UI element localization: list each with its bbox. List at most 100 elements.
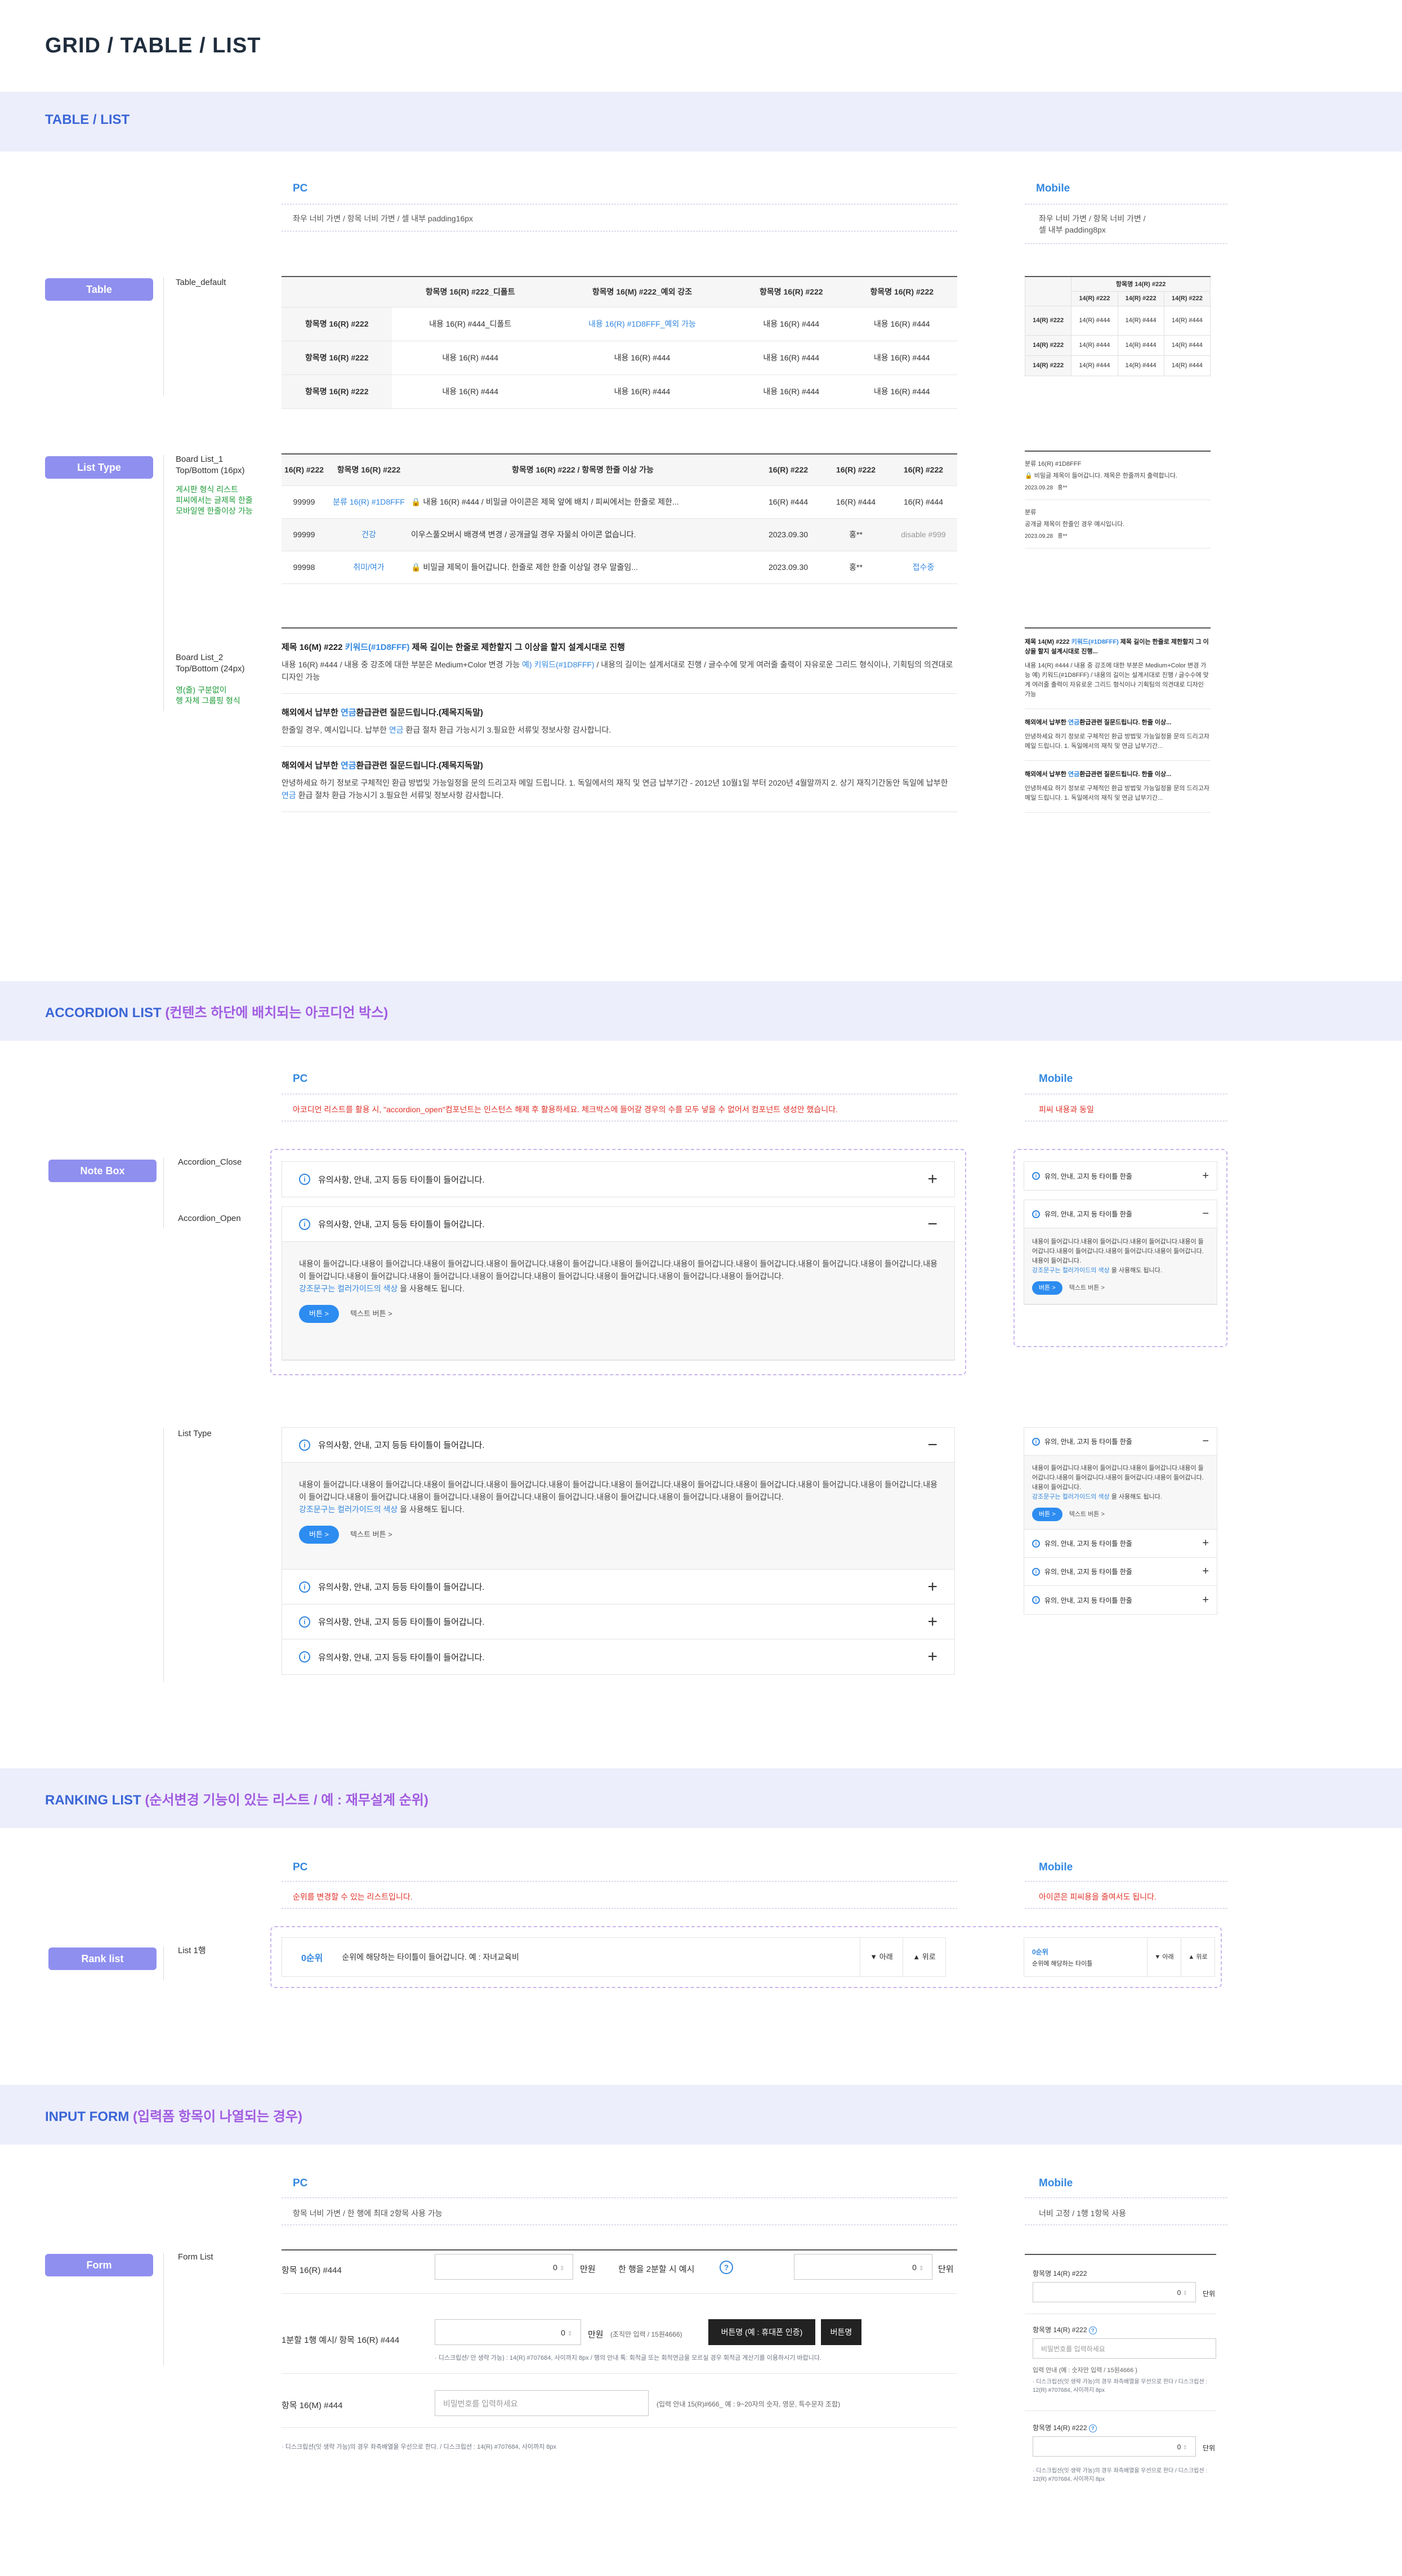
accordion-header[interactable]: i 유의사항, 안내, 고지 등등 타이틀이 들어갑니다. − [282, 1207, 954, 1242]
row-category: 분류 16(R) #1D8FFF [327, 485, 411, 519]
m-accordion-open[interactable]: i 유의, 안내, 고지 등 타이틀 한줄 − 내용이 들어갑니다.내용이 들어갑니… [1024, 1200, 1217, 1305]
help-icon[interactable]: ? [1088, 2425, 1097, 2432]
table-cell: 내용 16(R) #444 [548, 375, 736, 409]
table-header: 14(R) #222 [1117, 291, 1164, 306]
amount-input[interactable]: 0 ⇕ [1033, 2436, 1196, 2457]
text-button[interactable]: 텍스트 버튼 > [1069, 1285, 1105, 1291]
primary-button[interactable]: 버튼 > [299, 1526, 340, 1544]
primary-button[interactable]: 버튼 > [1032, 1281, 1062, 1295]
m-rank-row[interactable]: 0순위 순위에 해당하는 타이틀 ▼ 아래 ▲ 위로 [1024, 1937, 1215, 1977]
amount-input[interactable]: 0 ⇕ [435, 2254, 573, 2280]
list-item[interactable]: 해외에서 납부한 연금환급관련 질문드립니다. 한줄 이상... 안녕하세요 하… [1025, 761, 1211, 813]
plus-icon[interactable]: + [927, 1647, 937, 1666]
list-item[interactable]: 분류 공개글 제목이 한줄인 경우 예시입니다. 2023.09.28 홍** [1025, 500, 1211, 549]
accordion-header[interactable]: i 유의사항, 안내, 고지 등등 타이틀이 들어갑니다. + [282, 1162, 954, 1197]
stepper-icon[interactable]: ⇕ [568, 2330, 573, 2337]
accordion-text: 내용이 들어갑니다.내용이 들어갑니다.내용이 들어갑니다.내용이 들어갑니다.… [299, 1480, 937, 1501]
primary-button[interactable]: 버튼 > [1032, 1508, 1062, 1521]
verify-button[interactable]: 버튼명 (예 : 휴대폰 인증) [708, 2319, 815, 2345]
rank-number: 0순위 [301, 1954, 323, 1963]
section-band-table: TABLE / LIST [0, 92, 1402, 151]
pc-column-label: PC [293, 182, 308, 194]
unit-label: 단위 [938, 2265, 954, 2274]
list-row-hover[interactable]: 99999 건강 이우스풀오버시 배경색 변경 / 공개글일 경우 자물쇠 아이콘 … [282, 518, 957, 551]
move-up-button[interactable]: ▲ 위로 [903, 1937, 945, 1977]
plus-icon[interactable]: + [1202, 1565, 1209, 1578]
list-item[interactable]: 제목 14(M) #222 키워드(#1D8FFF) 제목 길이는 한줄로 제한… [1025, 629, 1211, 709]
unit-label: 단위 [1203, 2290, 1216, 2298]
list-item[interactable]: 해외에서 납부한 연금환급관련 질문드립니다. 한줄 이상... 안녕하세요 하… [1025, 709, 1211, 761]
accordion-header[interactable]: i 유의, 안내, 고지 등 타이틀 한줄 − [1024, 1428, 1217, 1456]
move-up-button[interactable]: ▲ 위로 [1181, 1937, 1215, 1977]
amount-input[interactable]: 0 ⇕ [1033, 2282, 1196, 2302]
minus-icon[interactable]: − [927, 1436, 937, 1455]
accordion-closed[interactable]: i 유의사항, 안내, 고지 등등 타이틀이 들어갑니다. + [282, 1161, 955, 1197]
lock-icon: 🔒 [411, 497, 423, 506]
text-button[interactable]: 텍스트 버튼 > [1069, 1511, 1105, 1518]
list-item[interactable]: 해외에서 납부한 연금환급관련 질문드립니다.(제목지독말) 한줄일 경우, 예… [282, 694, 957, 747]
stepper-icon[interactable]: ⇕ [1183, 2290, 1187, 2297]
amount-input[interactable]: 0 ⇕ [794, 2254, 932, 2280]
accordion-emphasis: 강조문구는 컬러가이드의 색상 [1032, 1267, 1110, 1274]
row-title[interactable]: 🔒 비밀글 제목이 들어갑니다. 한줄로 제한 한줄 이상일 경우 말줄임... [411, 551, 754, 584]
list-row[interactable]: 99998 취미/여가 🔒 비밀글 제목이 들어갑니다. 한줄로 제한 한줄 이상일… [282, 551, 957, 584]
stepper-icon[interactable]: ⇕ [560, 2265, 565, 2272]
item-body: 안녕하세요 하기 정보로 구체적인 환급 방법및 가능일정을 문의 드리고자 메… [1025, 785, 1210, 801]
rank-list-pill: Rank list [48, 1947, 157, 1970]
m-accordion-closed[interactable]: i 유의, 안내, 고지 등 타이틀 한줄 + [1024, 1161, 1217, 1191]
minus-icon[interactable]: − [927, 1215, 937, 1234]
list-row[interactable]: 99999 분류 16(R) #1D8FFF 🔒 내용 16(R) #444 / 비… [282, 485, 957, 519]
plus-icon[interactable]: + [1202, 1170, 1209, 1183]
rank-list-label: List 1행 [178, 1946, 206, 1955]
list-item[interactable]: 해외에서 납부한 연금환급관련 질문드립니다.(제목지독말) 안녕하세요 하기 … [282, 747, 957, 812]
stepper-icon[interactable]: ⇕ [919, 2265, 924, 2272]
plus-icon[interactable]: + [1202, 1594, 1209, 1607]
accordion-list: i 유의사항, 안내, 고지 등등 타이틀이 들어갑니다. − 내용이 들어갑니다.… [282, 1427, 955, 1675]
footnote: · 디스크립션(잇 생략 가능)의 경우 좌측배열을 우선으로 한다. / 디스… [282, 2444, 557, 2450]
plus-icon[interactable]: + [927, 1612, 937, 1632]
accordion-header[interactable]: i 유의, 안내, 고지 등 타이틀 한줄 + [1024, 1586, 1217, 1614]
amount-input[interactable]: 0 ⇕ [435, 2319, 581, 2345]
text-button[interactable]: 텍스트 버튼 > [350, 1309, 392, 1318]
accordion-header[interactable]: i 유의사항, 안내, 고지 등등 타이틀이 들어갑니다. + [282, 1570, 954, 1605]
rank-row[interactable]: 0순위 순위에 해당하는 타이틀이 들어갑니다. 예 : 자녀교육비 ▼ 아래 … [282, 1937, 946, 1977]
accordion-header[interactable]: i 유의, 안내, 고지 등 타이틀 한줄 + [1024, 1162, 1217, 1190]
text-button[interactable]: 텍스트 버튼 > [350, 1530, 392, 1539]
action-button[interactable]: 버튼명 [821, 2319, 861, 2345]
accordion-header[interactable]: i 유의사항, 안내, 고지 등등 타이틀이 들어갑니다. + [282, 1605, 954, 1639]
accordion-header[interactable]: i 유의, 안내, 고지 등 타이틀 한줄 + [1024, 1558, 1217, 1586]
item-body: 안녕하세요 하기 정보로 구체적인 환급 방법및 가능일정을 문의 드리고자 메… [1025, 733, 1210, 750]
table-row: 14(R) #222 14(R) #444 14(R) #444 14(R) #444 [1024, 335, 1211, 356]
accordion-header[interactable]: i 유의사항, 안내, 고지 등등 타이틀이 들어갑니다. + [282, 1639, 954, 1674]
minus-icon[interactable]: − [1202, 1435, 1209, 1448]
list-item[interactable]: 제목 16(M) #222 키워드(#1D8FFF) 제목 길이는 한줄로 제한… [282, 629, 957, 694]
password-input[interactable]: 비밀번호를 입력하세요 [1033, 2338, 1216, 2359]
accordion-header[interactable]: i 유의사항, 안내, 고지 등등 타이틀이 들어갑니다. − [282, 1428, 954, 1463]
item-title: 환급관련 질문드립니다. 한줄 이상... [1079, 719, 1172, 726]
minus-icon[interactable]: − [1202, 1207, 1209, 1220]
primary-button[interactable]: 버튼 > [299, 1305, 340, 1323]
move-down-button[interactable]: ▼ 아래 [1147, 1937, 1181, 1977]
item-date: 2023.09.28 [1025, 533, 1053, 540]
accordion-text: 을 사용해도 됩니다. [1109, 1494, 1162, 1500]
accordion-header[interactable]: i 유의, 안내, 고지 등 타이틀 한줄 − [1024, 1200, 1217, 1228]
accordion-open[interactable]: i 유의사항, 안내, 고지 등등 타이틀이 들어갑니다. − 내용이 들어갑니다.… [282, 1206, 955, 1361]
vertical-guide [163, 1946, 164, 1980]
table-cell: 내용 16(R) #444 [548, 341, 736, 375]
accordion-header[interactable]: i 유의, 안내, 고지 등 타이틀 한줄 + [1024, 1530, 1217, 1558]
table-header: 항목명 16(R) #222 / 항목명 한줄 이상 가능 [411, 454, 754, 486]
help-icon[interactable]: ? [720, 2261, 733, 2274]
row-title[interactable]: 이우스풀오버시 배경색 변경 / 공개글일 경우 자물쇠 아이콘 없습니다. [411, 518, 754, 551]
item-author: 홍** [1057, 485, 1068, 491]
stepper-icon[interactable]: ⇕ [1183, 2445, 1187, 2451]
help-icon[interactable]: ? [1088, 2327, 1097, 2334]
mobile-column-label: Mobile [1039, 2177, 1073, 2189]
plus-icon[interactable]: + [927, 1170, 937, 1189]
password-input[interactable]: 비밀번호를 입력하세요 [435, 2390, 649, 2416]
row-title[interactable]: 🔒 내용 16(R) #444 / 비밀글 아이콘은 제목 앞에 배치 / 피씨… [411, 485, 754, 519]
plus-icon[interactable]: + [927, 1577, 937, 1597]
table-cell: 내용 16(R) #444 [736, 375, 847, 409]
move-down-button[interactable]: ▼ 아래 [860, 1937, 903, 1977]
list-item[interactable]: 분류 16(R) #1D8FFF 🔒 비밀글 제목이 들어갑니다. 제목은 한줄… [1025, 452, 1211, 500]
plus-icon[interactable]: + [1202, 1537, 1209, 1550]
